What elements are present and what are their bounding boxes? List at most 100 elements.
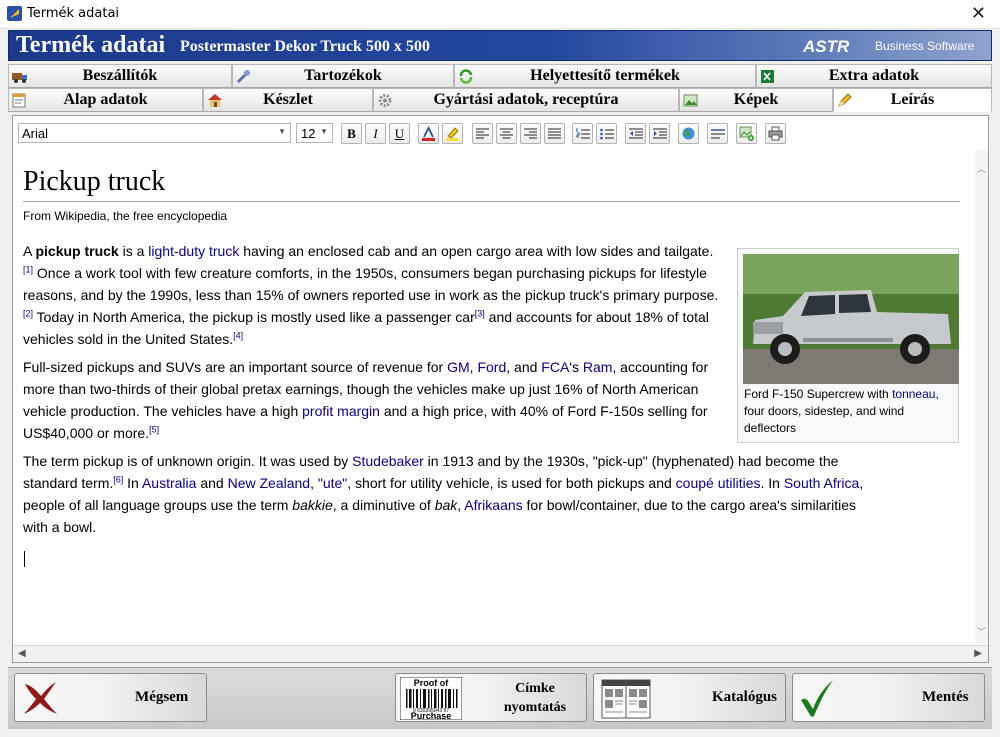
link-coupe-utilities[interactable]: coupé utilities bbox=[676, 475, 761, 491]
chevron-right-icon[interactable]: ▶ bbox=[974, 648, 982, 659]
font-size-value: 12 bbox=[301, 126, 316, 141]
caption-link-tonneau[interactable]: tonneau bbox=[892, 387, 935, 401]
tab-label: Extra adatok bbox=[828, 67, 920, 84]
tab-gyartasi-adatok[interactable]: Gyártási adatok, receptúra bbox=[373, 88, 679, 112]
svg-text:Proof of: Proof of bbox=[414, 678, 449, 688]
article-source: From Wikipedia, the free encyclopedia bbox=[23, 209, 228, 223]
brand-subtitle: Business Software bbox=[875, 39, 975, 53]
article-paragraph-3: The term pickup is of unknown origin. It… bbox=[23, 453, 864, 535]
save-button[interactable]: Mentés bbox=[792, 673, 985, 722]
align-right-button[interactable] bbox=[520, 123, 541, 144]
checkmark-icon bbox=[801, 680, 833, 717]
product-header: Termék adatai Postermaster Dekor Truck 5… bbox=[8, 30, 992, 61]
article-paragraph-1: A pickup truck is a light-duty truck hav… bbox=[23, 243, 719, 347]
notepad-icon bbox=[12, 93, 26, 108]
printer-icon bbox=[768, 126, 783, 141]
chevron-down-icon: ▼ bbox=[320, 127, 328, 136]
bold-button[interactable]: B bbox=[341, 123, 362, 144]
cancel-button[interactable]: Mégsem bbox=[14, 673, 207, 722]
font-size-select[interactable]: 12 ▼ bbox=[296, 123, 333, 143]
close-icon[interactable]: ✕ bbox=[971, 3, 986, 24]
app-icon bbox=[7, 6, 22, 21]
tab-row-lower: Alap adatok Készlet Gyártási adatok, rec… bbox=[8, 88, 992, 112]
brand-logo: ASTR bbox=[803, 37, 850, 56]
tab-leiras[interactable]: Leírás bbox=[833, 88, 992, 112]
chevron-left-icon[interactable]: ◀ bbox=[18, 648, 26, 659]
outdent-button[interactable] bbox=[625, 123, 646, 144]
tab-row-upper: Beszállítók Tartozékok Helyettesítő term… bbox=[8, 64, 992, 88]
tab-extra-adatok[interactable]: Extra adatok bbox=[756, 64, 992, 88]
editor-content[interactable]: Pickup truck From Wikipedia, the free en… bbox=[13, 150, 976, 644]
link-light-duty-truck[interactable]: light-duty truck bbox=[148, 243, 239, 259]
tab-label: Tartozékok bbox=[304, 67, 382, 84]
horizontal-rule-button[interactable] bbox=[707, 123, 728, 144]
cancel-x-icon bbox=[24, 682, 57, 714]
tab-alap-adatok[interactable]: Alap adatok bbox=[8, 88, 203, 112]
vertical-scrollbar[interactable]: ︿ ﹀ bbox=[975, 150, 988, 644]
catalog-icon bbox=[601, 679, 651, 719]
tab-tartozekok[interactable]: Tartozékok bbox=[232, 64, 454, 88]
tab-beszallitok[interactable]: Beszállítók bbox=[8, 64, 232, 88]
chevron-down-icon: ▼ bbox=[278, 127, 286, 136]
tab-label: Alap adatok bbox=[63, 91, 148, 108]
image-caption: Ford F-150 Supercrew with tonneau, four … bbox=[744, 387, 939, 435]
excel-icon bbox=[761, 70, 774, 83]
chevron-up-icon[interactable]: ︿ bbox=[977, 162, 986, 175]
link-gm[interactable]: GM bbox=[447, 359, 470, 375]
justify-button[interactable] bbox=[544, 123, 565, 144]
align-left-button[interactable] bbox=[472, 123, 493, 144]
citation-1[interactable]: [1] bbox=[23, 264, 33, 274]
numbered-list-button[interactable] bbox=[572, 123, 593, 144]
align-right-icon bbox=[524, 128, 537, 139]
font-color-button[interactable] bbox=[418, 123, 439, 144]
link-ram[interactable]: Ram bbox=[583, 359, 613, 375]
insert-image-icon bbox=[739, 126, 754, 141]
tab-kepek[interactable]: Képek bbox=[679, 88, 833, 112]
label-print-label: Címke nyomtatás bbox=[503, 681, 567, 715]
print-button[interactable] bbox=[765, 123, 786, 144]
citation-4[interactable]: [4] bbox=[233, 330, 243, 340]
link-fca[interactable]: FCA bbox=[541, 359, 569, 375]
window-titlebar: Termék adatai ✕ bbox=[0, 0, 1000, 29]
product-name: Postermaster Dekor Truck 500 x 500 bbox=[180, 38, 430, 55]
cancel-label: Mégsem bbox=[135, 689, 189, 705]
tab-helyettesito[interactable]: Helyettesítő termékek bbox=[454, 64, 756, 88]
link-afrikaans[interactable]: Afrikaans bbox=[464, 497, 522, 513]
horizontal-scrollbar[interactable]: ◀ ▶ bbox=[13, 645, 988, 662]
link-ute[interactable]: "ute" bbox=[318, 475, 347, 491]
tab-label: Képek bbox=[733, 91, 779, 108]
numbered-list-icon bbox=[576, 127, 590, 138]
highlight-button[interactable] bbox=[442, 123, 463, 144]
citation-6[interactable]: [6] bbox=[113, 474, 123, 484]
link-new-zealand[interactable]: New Zealand bbox=[228, 475, 311, 491]
horizontal-rule-icon bbox=[710, 128, 725, 138]
refresh-icon bbox=[459, 69, 473, 84]
chevron-down-icon[interactable]: ﹀ bbox=[977, 625, 986, 638]
tab-keszlet[interactable]: Készlet bbox=[203, 88, 373, 112]
citation-5[interactable]: [5] bbox=[149, 424, 159, 434]
picture-icon bbox=[683, 94, 698, 107]
italic-button[interactable]: I bbox=[365, 123, 386, 144]
bullet-list-button[interactable] bbox=[596, 123, 617, 144]
insert-image-button[interactable] bbox=[736, 123, 757, 144]
link-studebaker[interactable]: Studebaker bbox=[352, 453, 424, 469]
underline-button[interactable]: U bbox=[389, 123, 410, 144]
link-australia[interactable]: Australia bbox=[142, 475, 196, 491]
tab-label: Helyettesítő termékek bbox=[530, 67, 680, 84]
link-south-africa[interactable]: South Africa bbox=[784, 475, 860, 491]
link-profit-margin[interactable]: profit margin bbox=[302, 403, 380, 419]
insert-link-button[interactable] bbox=[678, 123, 699, 144]
pickup-truck-photo bbox=[743, 254, 959, 384]
tab-label: Készlet bbox=[263, 91, 313, 108]
globe-link-icon bbox=[682, 127, 695, 140]
font-family-select[interactable]: Arial ▼ bbox=[18, 123, 291, 143]
catalog-button[interactable]: Katalógus bbox=[593, 673, 786, 722]
citation-2[interactable]: [2] bbox=[23, 308, 33, 318]
link-ford[interactable]: Ford bbox=[477, 359, 506, 375]
tab-label: Beszállítók bbox=[82, 67, 158, 84]
indent-button[interactable] bbox=[649, 123, 670, 144]
label-print-button[interactable]: Proof of 0 630395043 97 Purchase Címke n… bbox=[395, 673, 587, 722]
svg-text:Purchase: Purchase bbox=[411, 711, 452, 720]
citation-3[interactable]: [3] bbox=[475, 308, 485, 318]
align-center-button[interactable] bbox=[496, 123, 517, 144]
